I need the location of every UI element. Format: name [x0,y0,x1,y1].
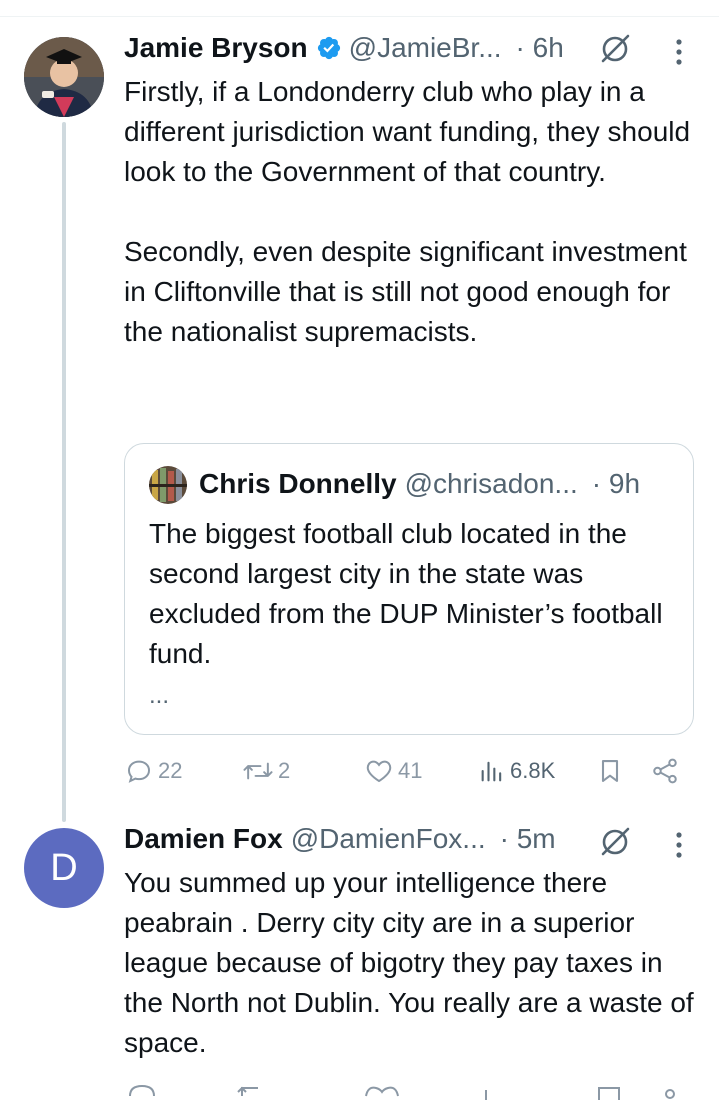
bookmark-icon [598,1087,620,1103]
quoted-tweet-header: Chris Donnelly @chrisadon... · 9h [199,468,640,500]
views-icon [481,761,502,782]
quoted-tweet-time[interactable]: · 9h [592,468,640,500]
tweet-time[interactable]: · 5m [500,823,556,855]
quoted-author-name[interactable]: Chris Donnelly [199,468,397,500]
bookmark-button[interactable] [596,756,624,786]
author-name[interactable]: Damien Fox [124,823,283,855]
verified-badge-icon [316,35,342,61]
share-icon [665,1089,675,1099]
like-count: 41 [398,758,423,783]
share-button[interactable] [650,756,680,786]
quoted-tweet[interactable]: Chris Donnelly @chrisadon... · 9h The bi… [124,443,694,735]
retweet-icon [237,1086,258,1096]
retweet-icon [243,762,273,780]
tweet-2-action-bar-partial [124,1080,694,1103]
author-handle[interactable]: @JamieBr... [349,32,502,64]
more-vertical-icon[interactable] [674,38,684,66]
like-icon [366,760,392,783]
retweet-count: 2 [278,758,291,783]
avatar-damien-fox[interactable]: D [24,828,104,908]
quoted-tweet-text: The biggest football club located in the… [149,518,663,669]
quoted-author-handle[interactable]: @chrisadon... [405,468,578,500]
tweet-1-header: Jamie Bryson @JamieBr... · 6h [124,32,564,64]
like-button[interactable]: 41 [364,756,422,786]
reply-icon [127,760,151,783]
tweet-1-action-bar: 22 2 41 6.8K [124,756,694,790]
thread-connector-line [62,122,66,822]
author-name[interactable]: Jamie Bryson [124,32,308,64]
tweet-time[interactable]: · 6h [516,32,564,64]
views-count: 6.8K [510,758,556,783]
reply-icon [129,1084,155,1097]
reply-count: 22 [158,758,183,783]
like-icon [365,1086,399,1097]
bookmark-icon [601,760,619,782]
author-handle[interactable]: @DamienFox... [291,823,486,855]
retweet-button[interactable]: 2 [242,756,290,786]
grok-icon[interactable] [598,32,632,66]
share-icon [653,758,677,784]
tweet-2-header: Damien Fox @DamienFox... · 5m [124,823,556,855]
tweet-2-text: You summed up your intelligence there pe… [124,867,694,1058]
tweet-1-text: Firstly, if a Londonderry club who play … [124,76,691,347]
top-divider [0,16,719,17]
grok-icon[interactable] [598,825,632,859]
quoted-tweet-ellipsis: ... [149,682,170,709]
avatar-letter: D [50,846,78,889]
avatar-jamie-bryson[interactable] [24,37,104,117]
more-vertical-icon[interactable] [674,831,684,859]
reply-button[interactable]: 22 [124,756,182,786]
views-button[interactable]: 6.8K [478,756,555,786]
quoted-author-avatar [149,466,187,504]
